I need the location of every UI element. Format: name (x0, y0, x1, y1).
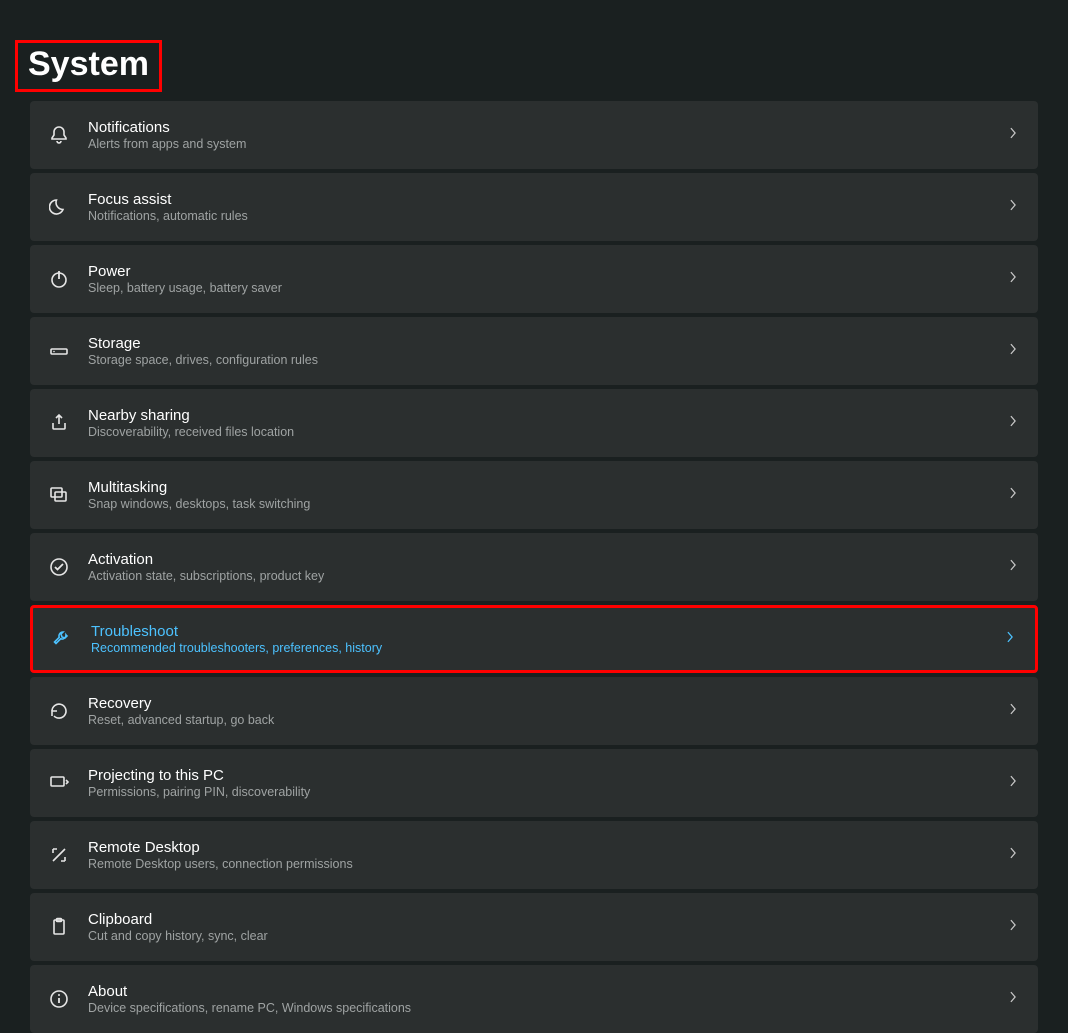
settings-item-focus-assist[interactable]: Focus assistNotifications, automatic rul… (30, 173, 1038, 241)
settings-item-text: RecoveryReset, advanced startup, go back (88, 695, 996, 727)
settings-item-subtitle: Device specifications, rename PC, Window… (88, 1001, 996, 1015)
chevron-right-icon (1006, 990, 1020, 1009)
chevron-right-icon (1006, 486, 1020, 505)
settings-item-text: NotificationsAlerts from apps and system (88, 119, 996, 151)
chevron-right-icon (1006, 918, 1020, 937)
chevron-right-icon (1006, 702, 1020, 721)
drive-icon (48, 340, 70, 362)
clipboard-icon (48, 916, 70, 938)
settings-item-subtitle: Reset, advanced startup, go back (88, 713, 996, 727)
moon-icon (48, 196, 70, 218)
power-icon (48, 268, 70, 290)
settings-item-clipboard[interactable]: ClipboardCut and copy history, sync, cle… (30, 893, 1038, 961)
settings-item-subtitle: Discoverability, received files location (88, 425, 996, 439)
chevron-right-icon (1006, 270, 1020, 289)
page-title: System (28, 45, 149, 84)
settings-item-subtitle: Cut and copy history, sync, clear (88, 929, 996, 943)
settings-item-subtitle: Snap windows, desktops, task switching (88, 497, 996, 511)
settings-item-nearby-sharing[interactable]: Nearby sharingDiscoverability, received … (30, 389, 1038, 457)
settings-item-text: ActivationActivation state, subscription… (88, 551, 996, 583)
settings-item-activation[interactable]: ActivationActivation state, subscription… (30, 533, 1038, 601)
settings-item-title: Storage (88, 335, 996, 352)
settings-item-title: Projecting to this PC (88, 767, 996, 784)
chevron-right-icon (1006, 198, 1020, 217)
settings-item-subtitle: Storage space, drives, configuration rul… (88, 353, 996, 367)
settings-item-text: Remote DesktopRemote Desktop users, conn… (88, 839, 996, 871)
share-icon (48, 412, 70, 434)
bell-icon (48, 124, 70, 146)
settings-item-remote-desktop[interactable]: Remote DesktopRemote Desktop users, conn… (30, 821, 1038, 889)
settings-item-text: Focus assistNotifications, automatic rul… (88, 191, 996, 223)
chevron-right-icon (1006, 774, 1020, 793)
chevron-right-icon (1006, 126, 1020, 145)
settings-item-text: TroubleshootRecommended troubleshooters,… (91, 623, 993, 655)
settings-item-subtitle: Notifications, automatic rules (88, 209, 996, 223)
settings-item-text: ClipboardCut and copy history, sync, cle… (88, 911, 996, 943)
settings-item-subtitle: Alerts from apps and system (88, 137, 996, 151)
page-title-highlight: System (15, 40, 162, 92)
settings-item-title: Notifications (88, 119, 996, 136)
settings-item-text: Projecting to this PCPermissions, pairin… (88, 767, 996, 799)
windows-icon (48, 484, 70, 506)
settings-item-projecting[interactable]: Projecting to this PCPermissions, pairin… (30, 749, 1038, 817)
settings-item-title: Power (88, 263, 996, 280)
remote-icon (48, 844, 70, 866)
wrench-icon (51, 628, 73, 650)
settings-item-multitasking[interactable]: MultitaskingSnap windows, desktops, task… (30, 461, 1038, 529)
settings-item-title: Nearby sharing (88, 407, 996, 424)
project-icon (48, 772, 70, 794)
chevron-right-icon (1003, 630, 1017, 649)
settings-item-title: Focus assist (88, 191, 996, 208)
settings-item-subtitle: Recommended troubleshooters, preferences… (91, 641, 993, 655)
settings-item-troubleshoot[interactable]: TroubleshootRecommended troubleshooters,… (30, 605, 1038, 673)
settings-list: NotificationsAlerts from apps and system… (30, 101, 1038, 1033)
settings-item-text: Nearby sharingDiscoverability, received … (88, 407, 996, 439)
check-circle-icon (48, 556, 70, 578)
settings-item-text: StorageStorage space, drives, configurat… (88, 335, 996, 367)
recovery-icon (48, 700, 70, 722)
settings-item-title: Remote Desktop (88, 839, 996, 856)
settings-item-text: PowerSleep, battery usage, battery saver (88, 263, 996, 295)
settings-item-title: Troubleshoot (91, 623, 993, 640)
settings-item-title: Activation (88, 551, 996, 568)
settings-item-subtitle: Sleep, battery usage, battery saver (88, 281, 996, 295)
chevron-right-icon (1006, 558, 1020, 577)
settings-item-recovery[interactable]: RecoveryReset, advanced startup, go back (30, 677, 1038, 745)
settings-item-about[interactable]: AboutDevice specifications, rename PC, W… (30, 965, 1038, 1033)
chevron-right-icon (1006, 846, 1020, 865)
settings-item-storage[interactable]: StorageStorage space, drives, configurat… (30, 317, 1038, 385)
settings-item-title: Multitasking (88, 479, 996, 496)
settings-item-text: MultitaskingSnap windows, desktops, task… (88, 479, 996, 511)
settings-item-text: AboutDevice specifications, rename PC, W… (88, 983, 996, 1015)
settings-item-subtitle: Remote Desktop users, connection permiss… (88, 857, 996, 871)
settings-item-notifications[interactable]: NotificationsAlerts from apps and system (30, 101, 1038, 169)
settings-item-title: About (88, 983, 996, 1000)
settings-item-power[interactable]: PowerSleep, battery usage, battery saver (30, 245, 1038, 313)
settings-item-title: Recovery (88, 695, 996, 712)
chevron-right-icon (1006, 342, 1020, 361)
settings-item-subtitle: Permissions, pairing PIN, discoverabilit… (88, 785, 996, 799)
chevron-right-icon (1006, 414, 1020, 433)
info-icon (48, 988, 70, 1010)
settings-item-subtitle: Activation state, subscriptions, product… (88, 569, 996, 583)
settings-item-title: Clipboard (88, 911, 996, 928)
